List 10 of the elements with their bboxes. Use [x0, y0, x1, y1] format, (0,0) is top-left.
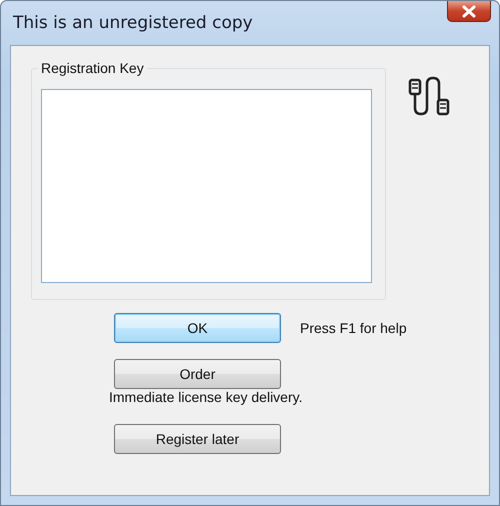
group-label: Registration Key — [38, 60, 147, 76]
close-icon — [461, 4, 477, 18]
hint-text: Press F1 for help — [300, 320, 407, 336]
close-button[interactable] — [447, 1, 491, 22]
action-button[interactable]: Register later — [114, 424, 281, 454]
window-title: This is an unregistered copy — [12, 13, 253, 33]
default-button[interactable]: OK — [114, 313, 281, 343]
key-field[interactable] — [41, 89, 372, 283]
action-button[interactable]: Order — [114, 359, 281, 389]
hint-text: Immediate license key delivery. — [109, 389, 302, 405]
